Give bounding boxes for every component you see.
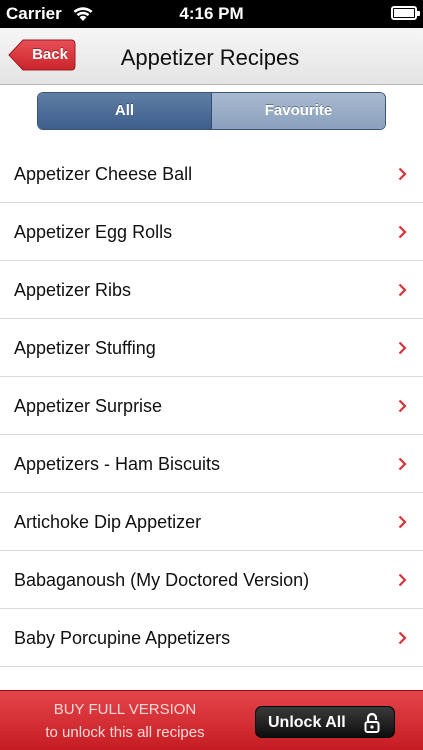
recipe-title: Appetizer Ribs bbox=[14, 280, 132, 300]
upgrade-banner: BUY FULL VERSION to unlock this all reci… bbox=[0, 690, 423, 750]
back-button[interactable]: Back bbox=[7, 38, 77, 72]
navigation-bar: Back Appetizer Recipes bbox=[0, 28, 423, 85]
filter-area: All Favourite bbox=[0, 86, 423, 145]
list-item[interactable]: Appetizer Surprise bbox=[0, 377, 423, 435]
clock: 4:16 PM bbox=[179, 4, 244, 23]
chevron-right-icon bbox=[398, 167, 407, 181]
recipe-title: Appetizer Egg Rolls bbox=[14, 222, 173, 242]
list-item[interactable]: Appetizers - Ham Biscuits bbox=[0, 435, 423, 493]
list-item[interactable]: Appetizer Cheese Ball bbox=[0, 145, 423, 203]
list-item[interactable]: Appetizer Egg Rolls bbox=[0, 203, 423, 261]
chevron-right-icon bbox=[398, 283, 407, 297]
recipe-title: Appetizer Cheese Ball bbox=[14, 164, 193, 184]
chevron-right-icon bbox=[398, 631, 407, 645]
recipe-title: Baby Porcupine Appetizers bbox=[14, 628, 231, 648]
list-item[interactable]: Appetizer Stuffing bbox=[0, 319, 423, 377]
back-label: Back bbox=[32, 46, 68, 63]
chevron-right-icon bbox=[398, 457, 407, 471]
battery-icon bbox=[391, 6, 420, 20]
recipe-title: Appetizer Stuffing bbox=[14, 338, 156, 358]
status-bar: Carrier 4:16 PM bbox=[0, 0, 423, 28]
banner-subtext: to unlock this all recipes bbox=[45, 724, 205, 741]
segment-favourite[interactable]: Favourite bbox=[212, 93, 385, 129]
recipe-title: Appetizers - Ham Biscuits bbox=[14, 454, 221, 474]
unlock-all-button[interactable]: Unlock All bbox=[255, 706, 395, 738]
list-item[interactable]: Babaganoush (My Doctored Version) bbox=[0, 551, 423, 609]
segment-all[interactable]: All bbox=[38, 93, 212, 129]
recipe-list: Appetizer Cheese Ball Appetizer Egg Roll… bbox=[0, 145, 423, 667]
chevron-right-icon bbox=[398, 399, 407, 413]
recipe-title: Appetizer Surprise bbox=[14, 396, 163, 416]
list-item[interactable]: Artichoke Dip Appetizer bbox=[0, 493, 423, 551]
chevron-right-icon bbox=[398, 515, 407, 529]
lock-icon bbox=[364, 712, 380, 733]
page-title: Appetizer Recipes bbox=[120, 45, 300, 70]
chevron-right-icon bbox=[398, 573, 407, 587]
list-item[interactable]: Baby Porcupine Appetizers bbox=[0, 609, 423, 667]
filter-segmented-control: All Favourite bbox=[37, 92, 386, 130]
list-item[interactable]: Appetizer Ribs bbox=[0, 261, 423, 319]
chevron-right-icon bbox=[398, 225, 407, 239]
recipe-title: Artichoke Dip Appetizer bbox=[14, 512, 202, 532]
banner-headline: BUY FULL VERSION bbox=[53, 701, 197, 718]
unlock-all-label: Unlock All bbox=[268, 714, 346, 731]
chevron-right-icon bbox=[398, 341, 407, 355]
recipe-title: Babaganoush (My Doctored Version) bbox=[14, 570, 310, 590]
